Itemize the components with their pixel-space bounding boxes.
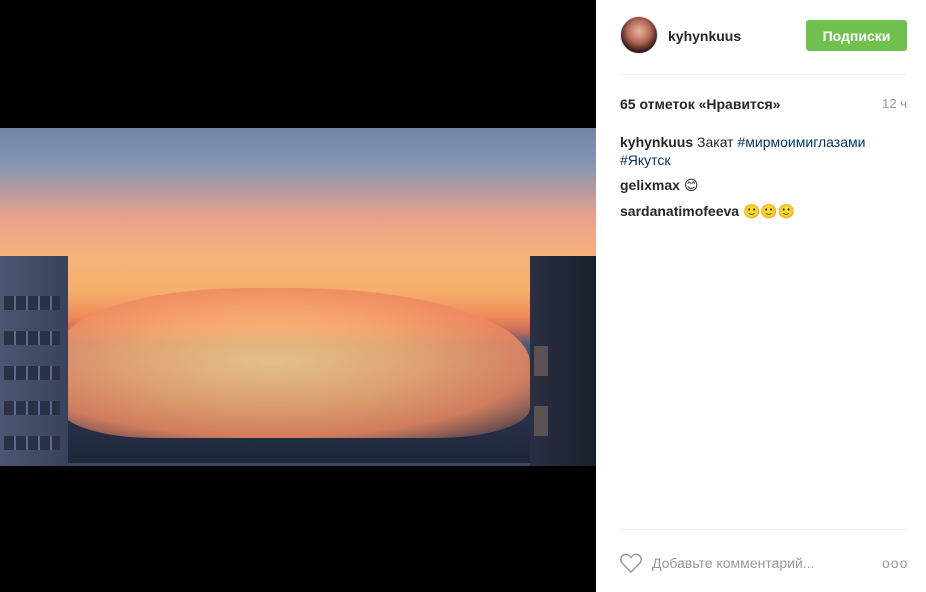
comment-username[interactable]: gelixmax xyxy=(620,177,680,193)
heart-icon[interactable] xyxy=(620,553,642,573)
comment-username[interactable]: sardanatimofeeva xyxy=(620,203,739,219)
caption-username[interactable]: kyhynkuus xyxy=(620,134,693,150)
left-building xyxy=(0,256,68,466)
avatar[interactable] xyxy=(620,16,658,54)
post-time[interactable]: 12 ч xyxy=(882,96,907,111)
media-panel xyxy=(0,0,596,592)
comment-item: gelixmax 😊 xyxy=(620,176,698,194)
sunset-cloud xyxy=(60,288,530,438)
likes-count[interactable]: 65 отметок «Нравится» xyxy=(620,96,780,112)
hashtag-link[interactable]: #Якутск xyxy=(620,152,671,168)
comment-text: 🙂🙂🙂 xyxy=(742,203,796,219)
post-photo[interactable] xyxy=(0,128,596,466)
more-options-icon[interactable]: ooo xyxy=(882,555,908,571)
hashtag-link[interactable]: #мирмоимиглазами xyxy=(738,134,866,150)
caption-text: Закат xyxy=(697,134,734,150)
divider xyxy=(620,529,907,530)
post-caption: kyhynkuus Закат #мирмоимиглазами #Якутск xyxy=(620,133,907,169)
divider xyxy=(620,74,907,75)
horizon xyxy=(0,463,596,466)
right-building xyxy=(530,256,596,466)
comment-item: sardanatimofeeva 🙂🙂🙂 xyxy=(620,202,795,220)
post-sidebar: kyhynkuus Подписки 65 отметок «Нравится»… xyxy=(596,0,926,592)
comment-text: 😊 xyxy=(683,177,699,193)
follow-button[interactable]: Подписки xyxy=(806,20,907,51)
post-username[interactable]: kyhynkuus xyxy=(668,28,741,44)
comment-input[interactable] xyxy=(652,553,872,573)
